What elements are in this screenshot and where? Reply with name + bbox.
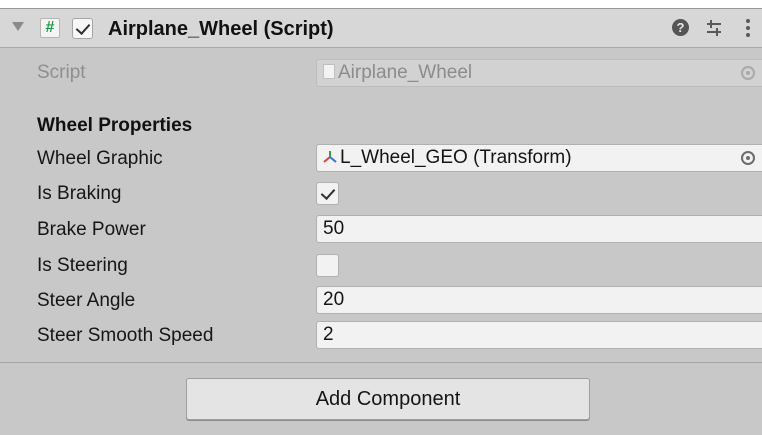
menu-icon[interactable] (742, 18, 754, 38)
script-field-value: Airplane_Wheel (338, 62, 473, 83)
component-enabled-checkbox[interactable] (72, 18, 93, 39)
is-braking-checkbox[interactable] (316, 182, 339, 205)
script-icon: # (40, 18, 60, 38)
foldout-arrow-icon[interactable] (12, 22, 24, 31)
steer-angle-label: Steer Angle (37, 290, 136, 311)
checkmark-icon (320, 184, 336, 201)
brake-power-input[interactable]: 50 (316, 215, 762, 243)
is-steering-label: Is Steering (37, 255, 128, 276)
object-picker-icon (741, 66, 755, 80)
is-steering-checkbox[interactable] (316, 254, 339, 277)
component-header[interactable]: # Airplane_Wheel (Script) ? (0, 8, 762, 48)
object-picker-icon[interactable] (741, 151, 755, 165)
is-braking-label: Is Braking (37, 183, 122, 204)
script-label: Script (37, 62, 86, 83)
transform-icon (323, 151, 337, 163)
script-file-icon (323, 64, 335, 79)
component-title: Airplane_Wheel (Script) (108, 18, 334, 40)
checkmark-icon (75, 19, 91, 36)
steer-angle-input[interactable]: 20 (316, 286, 762, 314)
script-field: Airplane_Wheel (316, 59, 762, 87)
steer-smooth-speed-label: Steer Smooth Speed (37, 325, 214, 346)
add-component-button[interactable]: Add Component (186, 378, 590, 420)
brake-power-label: Brake Power (37, 219, 146, 240)
divider (0, 362, 762, 363)
inspector-panel: # Airplane_Wheel (Script) ? Script Airpl… (0, 0, 762, 435)
section-title: Wheel Properties (37, 115, 193, 136)
help-icon[interactable]: ? (672, 19, 689, 36)
steer-smooth-speed-input[interactable]: 2 (316, 321, 762, 349)
wheel-graphic-field[interactable]: L_Wheel_GEO (Transform) (316, 144, 762, 172)
presets-icon[interactable] (704, 18, 724, 38)
wheel-graphic-label: Wheel Graphic (37, 148, 163, 169)
top-edge (0, 0, 762, 8)
wheel-graphic-value: L_Wheel_GEO (Transform) (340, 147, 572, 168)
